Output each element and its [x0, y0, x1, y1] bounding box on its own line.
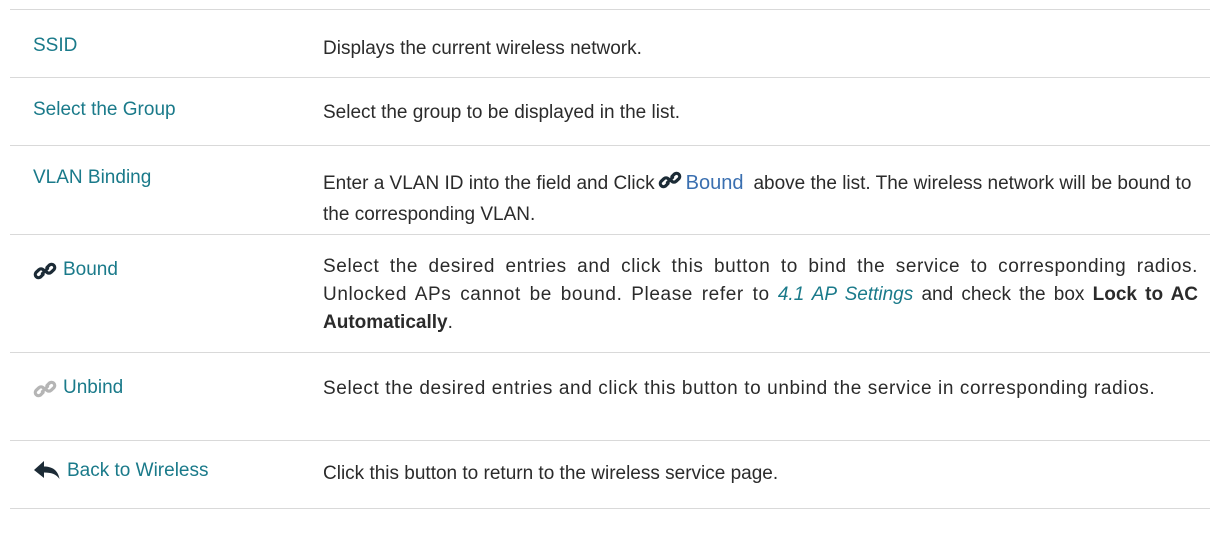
term-label: Unbind — [63, 377, 124, 398]
inline-bound-button: Bound — [685, 172, 744, 194]
term-vlan-binding: VLAN Binding — [33, 167, 152, 188]
term-bound: Bound — [10, 235, 300, 352]
back-arrow-icon — [33, 460, 61, 482]
description: Select the desired entries and click thi… — [323, 378, 1156, 399]
table-row: Bound Select the desired entries and cli… — [10, 235, 1210, 353]
term-label: Back to Wireless — [67, 460, 209, 481]
term-select-group: Select the Group — [33, 99, 176, 120]
link-icon — [658, 168, 682, 201]
parameter-table: SSID Displays the current wireless netwo… — [10, 9, 1210, 509]
table-row: Back to Wireless Click this button to re… — [10, 441, 1210, 509]
table-row: VLAN Binding Enter a VLAN ID into the fi… — [10, 146, 1210, 235]
unlink-icon — [33, 377, 57, 401]
reference-link[interactable]: 4.1 AP Settings — [778, 284, 913, 305]
description: Enter a VLAN ID into the field and Click… — [300, 146, 1210, 234]
term-unbind: Unbind — [10, 353, 300, 440]
table-row: Unbind Select the desired entries and cl… — [10, 353, 1210, 441]
term-ssid: SSID — [33, 35, 78, 56]
description: Select the desired entries and click thi… — [300, 235, 1210, 352]
description: Select the group to be displayed in the … — [323, 102, 681, 123]
table-row: SSID Displays the current wireless netwo… — [10, 10, 1210, 78]
description-text: and check the box — [921, 284, 1085, 305]
description-text: Enter a VLAN ID into the field and Click — [323, 173, 655, 194]
description: Displays the current wireless network. — [323, 38, 642, 59]
term-back-to-wireless: Back to Wireless — [10, 441, 300, 508]
description: Click this button to return to the wirel… — [323, 463, 779, 484]
table-row: Select the Group Select the group to be … — [10, 78, 1210, 146]
term-label: Bound — [63, 259, 118, 280]
link-icon — [33, 259, 57, 283]
description-text: . — [447, 312, 453, 333]
